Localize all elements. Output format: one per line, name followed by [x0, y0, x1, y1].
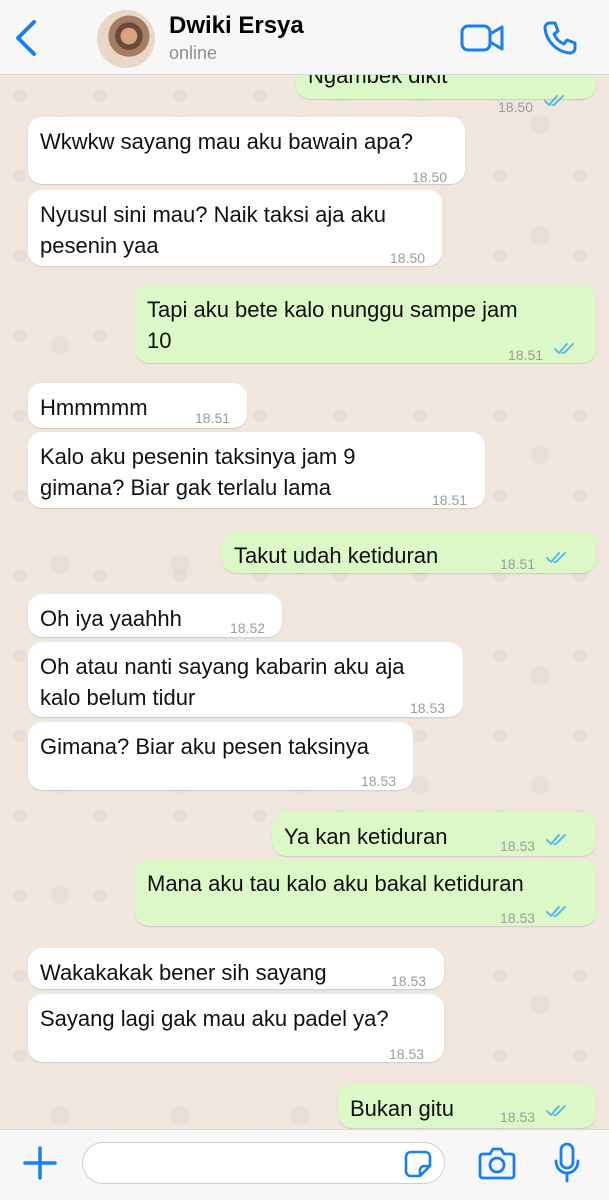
message-time: 18.53 — [410, 700, 446, 716]
outgoing-message[interactable]: Mana aku tau kalo aku bakal ketiduran 18.… — [135, 859, 596, 926]
message-text: Ya kan ketiduran — [284, 824, 448, 849]
read-receipt-icon — [546, 1105, 566, 1116]
outgoing-message[interactable]: Ya kan ketiduran 18.53 — [272, 812, 596, 856]
incoming-message[interactable]: Sayang lagi gak mau aku padel ya? 18.53 — [28, 994, 444, 1062]
read-receipt-icon — [546, 834, 566, 845]
contact-name[interactable]: Dwiki Ersya — [169, 12, 304, 40]
message-input[interactable] — [82, 1142, 445, 1184]
incoming-message[interactable]: Nyusul sini mau? Naik taksi aja aku pese… — [28, 190, 442, 266]
message-text: Nyusul sini mau? Naik taksi aja aku pese… — [40, 202, 387, 258]
avatar[interactable] — [97, 10, 155, 68]
read-receipt-icon — [544, 95, 564, 106]
message-time: 18.50 — [498, 99, 534, 115]
message-text: Wkwkw sayang mau aku bawain apa? — [40, 129, 413, 154]
message-time: 18.53 — [389, 1046, 425, 1062]
camera-icon[interactable] — [478, 1146, 516, 1180]
message-text: Kalo aku pesenin taksinya jam 9 gimana? … — [40, 444, 356, 500]
incoming-message[interactable]: Gimana? Biar aku pesen taksinya 18.53 — [28, 722, 413, 790]
message-text: Tapi aku bete kalo nunggu sampe jam 10 — [147, 297, 518, 353]
incoming-message[interactable]: Wakakakak bener sih sayang 18.53 — [28, 948, 444, 989]
outgoing-message[interactable]: Bukan gitu 18.53 — [338, 1084, 596, 1128]
message-time: 18.53 — [500, 1109, 536, 1125]
message-time: 18.53 — [391, 973, 427, 989]
message-time: 18.51 — [508, 347, 544, 363]
video-call-icon[interactable] — [460, 22, 504, 54]
message-time: 18.51 — [195, 410, 231, 426]
message-text: Oh atau nanti sayang kabarin aku aja kal… — [40, 654, 405, 710]
message-list[interactable]: Ngambek dikit 18.50 Wkwkw sayang mau aku b… — [0, 75, 609, 1129]
outgoing-message[interactable]: Takut udah ketiduran 18.51 — [222, 531, 596, 573]
incoming-message[interactable]: Oh atau nanti sayang kabarin aku aja kal… — [28, 642, 463, 717]
incoming-message[interactable]: Kalo aku pesenin taksinya jam 9 gimana? … — [28, 432, 485, 508]
outgoing-message[interactable]: Ngambek dikit 18.50 — [296, 75, 596, 115]
read-receipt-icon — [554, 343, 574, 354]
message-time: 18.51 — [432, 492, 468, 508]
plus-icon[interactable] — [22, 1145, 58, 1181]
contact-status: online — [169, 43, 218, 63]
message-text: Oh iya yaahhh — [40, 606, 182, 631]
message-time: 18.50 — [412, 169, 448, 185]
message-text: Mana aku tau kalo aku bakal ketiduran — [147, 871, 524, 896]
sticker-icon[interactable] — [404, 1150, 432, 1178]
read-receipt-icon — [546, 552, 566, 563]
message-text: Wakakakak bener sih sayang — [40, 960, 327, 985]
incoming-message[interactable]: Oh iya yaahhh 18.52 — [28, 594, 282, 637]
chat-header: Dwiki Ersya online — [0, 0, 609, 75]
message-text: Sayang lagi gak mau aku padel ya? — [40, 1006, 389, 1031]
message-text: Hmmmmm — [40, 395, 148, 420]
microphone-icon[interactable] — [553, 1142, 581, 1184]
message-time: 18.53 — [500, 838, 536, 854]
message-text: Gimana? Biar aku pesen taksinya — [40, 734, 369, 759]
message-time: 18.53 — [500, 910, 536, 926]
message-text: Bukan gitu — [350, 1096, 454, 1121]
message-time: 18.51 — [500, 556, 536, 572]
outgoing-message[interactable]: Tapi aku bete kalo nunggu sampe jam 10 18… — [135, 285, 596, 363]
incoming-message[interactable]: Wkwkw sayang mau aku bawain apa? 18.50 — [28, 117, 465, 185]
message-time: 18.53 — [361, 773, 397, 789]
message-text: Takut udah ketiduran — [234, 543, 439, 568]
read-receipt-icon — [546, 906, 566, 917]
composer-bar — [0, 1129, 609, 1200]
message-text: Ngambek dikit — [308, 75, 448, 88]
back-chevron-icon[interactable] — [12, 18, 40, 58]
message-time: 18.50 — [390, 250, 426, 266]
message-time: 18.52 — [230, 620, 266, 636]
phone-call-icon[interactable] — [542, 20, 578, 56]
incoming-message[interactable]: Hmmmmm 18.51 — [28, 383, 247, 428]
